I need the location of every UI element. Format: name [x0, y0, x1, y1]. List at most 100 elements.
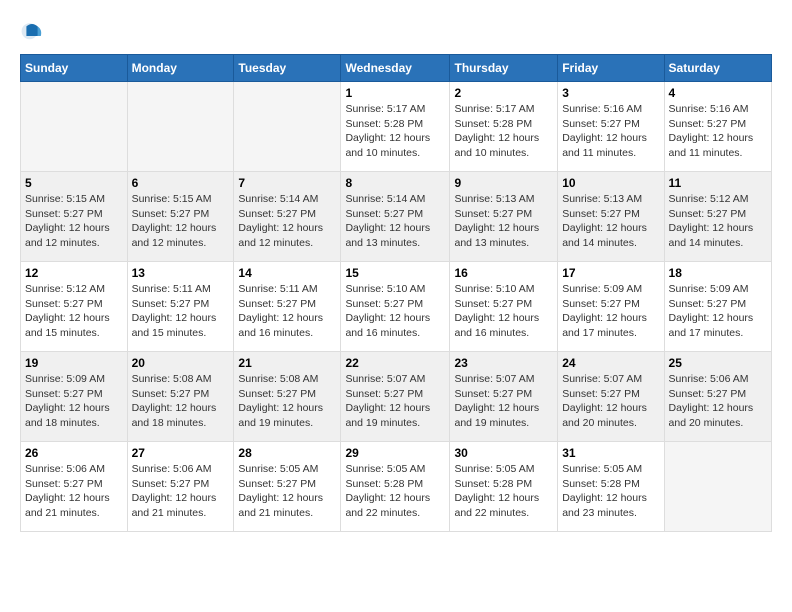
- day-number: 16: [454, 266, 553, 280]
- day-number: 18: [669, 266, 767, 280]
- day-cell: 15 Sunrise: 5:10 AM Sunset: 5:27 PM Dayli…: [341, 262, 450, 352]
- day-info: Sunrise: 5:05 AM Sunset: 5:28 PM Dayligh…: [345, 462, 445, 521]
- day-info: Sunrise: 5:09 AM Sunset: 5:27 PM Dayligh…: [25, 372, 123, 431]
- header-day-thursday: Thursday: [450, 55, 558, 82]
- day-number: 10: [562, 176, 659, 190]
- day-cell: 31 Sunrise: 5:05 AM Sunset: 5:28 PM Dayli…: [558, 442, 664, 532]
- day-cell: [127, 82, 234, 172]
- day-info: Sunrise: 5:08 AM Sunset: 5:27 PM Dayligh…: [238, 372, 336, 431]
- day-number: 13: [132, 266, 230, 280]
- day-number: 7: [238, 176, 336, 190]
- header-day-friday: Friday: [558, 55, 664, 82]
- day-cell: [21, 82, 128, 172]
- day-cell: 14 Sunrise: 5:11 AM Sunset: 5:27 PM Dayli…: [234, 262, 341, 352]
- day-cell: 11Sunrise: 5:12 AM Sunset: 5:27 PM Dayli…: [664, 172, 771, 262]
- day-info: Sunrise: 5:07 AM Sunset: 5:27 PM Dayligh…: [345, 372, 445, 431]
- day-number: 31: [562, 446, 659, 460]
- day-number: 24: [562, 356, 659, 370]
- day-cell: 8 Sunrise: 5:14 AM Sunset: 5:27 PM Daylig…: [341, 172, 450, 262]
- day-number: 28: [238, 446, 336, 460]
- day-number: 4: [669, 86, 767, 100]
- day-cell: 28 Sunrise: 5:05 AM Sunset: 5:27 PM Dayli…: [234, 442, 341, 532]
- page-header: [20, 20, 772, 44]
- day-cell: [234, 82, 341, 172]
- day-info: Sunrise: 5:12 AM Sunset: 5:27 PM Dayligh…: [669, 192, 767, 251]
- day-info: Sunrise: 5:10 AM Sunset: 5:27 PM Dayligh…: [454, 282, 553, 341]
- day-number: 2: [454, 86, 553, 100]
- day-cell: 22 Sunrise: 5:07 AM Sunset: 5:27 PM Dayli…: [341, 352, 450, 442]
- day-info: Sunrise: 5:13 AM Sunset: 5:27 PM Dayligh…: [454, 192, 553, 251]
- day-info: Sunrise: 5:14 AM Sunset: 5:27 PM Dayligh…: [238, 192, 336, 251]
- day-info: Sunrise: 5:07 AM Sunset: 5:27 PM Dayligh…: [454, 372, 553, 431]
- day-cell: 1Sunrise: 5:17 AM Sunset: 5:28 PM Daylig…: [341, 82, 450, 172]
- header-day-wednesday: Wednesday: [341, 55, 450, 82]
- header-day-monday: Monday: [127, 55, 234, 82]
- day-info: Sunrise: 5:05 AM Sunset: 5:28 PM Dayligh…: [454, 462, 553, 521]
- day-cell: 12Sunrise: 5:12 AM Sunset: 5:27 PM Dayli…: [21, 262, 128, 352]
- day-number: 30: [454, 446, 553, 460]
- day-info: Sunrise: 5:06 AM Sunset: 5:27 PM Dayligh…: [669, 372, 767, 431]
- day-cell: 27Sunrise: 5:06 AM Sunset: 5:27 PM Dayli…: [127, 442, 234, 532]
- day-cell: 29 Sunrise: 5:05 AM Sunset: 5:28 PM Dayli…: [341, 442, 450, 532]
- day-cell: 3 Sunrise: 5:16 AM Sunset: 5:27 PM Daylig…: [558, 82, 664, 172]
- day-info: Sunrise: 5:09 AM Sunset: 5:27 PM Dayligh…: [669, 282, 767, 341]
- day-number: 19: [25, 356, 123, 370]
- day-info: Sunrise: 5:11 AM Sunset: 5:27 PM Dayligh…: [238, 282, 336, 341]
- day-info: Sunrise: 5:06 AM Sunset: 5:27 PM Dayligh…: [25, 462, 123, 521]
- week-row-4: 19 Sunrise: 5:09 AM Sunset: 5:27 PM Dayli…: [21, 352, 772, 442]
- day-info: Sunrise: 5:10 AM Sunset: 5:27 PM Dayligh…: [345, 282, 445, 341]
- calendar-table: SundayMondayTuesdayWednesdayThursdayFrid…: [20, 54, 772, 532]
- day-cell: 10 Sunrise: 5:13 AM Sunset: 5:27 PM Dayli…: [558, 172, 664, 262]
- day-info: Sunrise: 5:05 AM Sunset: 5:28 PM Dayligh…: [562, 462, 659, 521]
- day-cell: 4Sunrise: 5:16 AM Sunset: 5:27 PM Daylig…: [664, 82, 771, 172]
- day-info: Sunrise: 5:16 AM Sunset: 5:27 PM Dayligh…: [562, 102, 659, 161]
- day-number: 14: [238, 266, 336, 280]
- day-info: Sunrise: 5:14 AM Sunset: 5:27 PM Dayligh…: [345, 192, 445, 251]
- day-cell: 6Sunrise: 5:15 AM Sunset: 5:27 PM Daylig…: [127, 172, 234, 262]
- day-info: Sunrise: 5:09 AM Sunset: 5:27 PM Dayligh…: [562, 282, 659, 341]
- day-cell: 2 Sunrise: 5:17 AM Sunset: 5:28 PM Daylig…: [450, 82, 558, 172]
- logo: [20, 20, 48, 44]
- day-cell: 16 Sunrise: 5:10 AM Sunset: 5:27 PM Dayli…: [450, 262, 558, 352]
- day-number: 29: [345, 446, 445, 460]
- day-info: Sunrise: 5:17 AM Sunset: 5:28 PM Dayligh…: [345, 102, 445, 161]
- logo-icon: [20, 20, 44, 44]
- day-cell: 26Sunrise: 5:06 AM Sunset: 5:27 PM Dayli…: [21, 442, 128, 532]
- header-day-tuesday: Tuesday: [234, 55, 341, 82]
- day-number: 6: [132, 176, 230, 190]
- day-number: 8: [345, 176, 445, 190]
- day-cell: 5Sunrise: 5:15 AM Sunset: 5:27 PM Daylig…: [21, 172, 128, 262]
- day-info: Sunrise: 5:05 AM Sunset: 5:27 PM Dayligh…: [238, 462, 336, 521]
- day-info: Sunrise: 5:06 AM Sunset: 5:27 PM Dayligh…: [132, 462, 230, 521]
- day-cell: 7 Sunrise: 5:14 AM Sunset: 5:27 PM Daylig…: [234, 172, 341, 262]
- day-number: 12: [25, 266, 123, 280]
- day-number: 20: [132, 356, 230, 370]
- day-number: 5: [25, 176, 123, 190]
- week-row-3: 12Sunrise: 5:12 AM Sunset: 5:27 PM Dayli…: [21, 262, 772, 352]
- day-cell: [664, 442, 771, 532]
- day-cell: 20 Sunrise: 5:08 AM Sunset: 5:27 PM Dayli…: [127, 352, 234, 442]
- week-row-5: 26Sunrise: 5:06 AM Sunset: 5:27 PM Dayli…: [21, 442, 772, 532]
- day-info: Sunrise: 5:07 AM Sunset: 5:27 PM Dayligh…: [562, 372, 659, 431]
- day-cell: 19 Sunrise: 5:09 AM Sunset: 5:27 PM Dayli…: [21, 352, 128, 442]
- day-cell: 23Sunrise: 5:07 AM Sunset: 5:27 PM Dayli…: [450, 352, 558, 442]
- day-info: Sunrise: 5:11 AM Sunset: 5:27 PM Dayligh…: [132, 282, 230, 341]
- day-cell: 30 Sunrise: 5:05 AM Sunset: 5:28 PM Dayli…: [450, 442, 558, 532]
- day-number: 15: [345, 266, 445, 280]
- day-info: Sunrise: 5:08 AM Sunset: 5:27 PM Dayligh…: [132, 372, 230, 431]
- day-number: 9: [454, 176, 553, 190]
- day-cell: 18 Sunrise: 5:09 AM Sunset: 5:27 PM Dayli…: [664, 262, 771, 352]
- day-number: 25: [669, 356, 767, 370]
- week-row-2: 5Sunrise: 5:15 AM Sunset: 5:27 PM Daylig…: [21, 172, 772, 262]
- day-info: Sunrise: 5:17 AM Sunset: 5:28 PM Dayligh…: [454, 102, 553, 161]
- day-number: 22: [345, 356, 445, 370]
- header-row: SundayMondayTuesdayWednesdayThursdayFrid…: [21, 55, 772, 82]
- day-info: Sunrise: 5:13 AM Sunset: 5:27 PM Dayligh…: [562, 192, 659, 251]
- day-number: 21: [238, 356, 336, 370]
- day-cell: 9 Sunrise: 5:13 AM Sunset: 5:27 PM Daylig…: [450, 172, 558, 262]
- header-day-saturday: Saturday: [664, 55, 771, 82]
- day-cell: 24 Sunrise: 5:07 AM Sunset: 5:27 PM Dayli…: [558, 352, 664, 442]
- day-cell: 25 Sunrise: 5:06 AM Sunset: 5:27 PM Dayli…: [664, 352, 771, 442]
- day-number: 3: [562, 86, 659, 100]
- day-cell: 17Sunrise: 5:09 AM Sunset: 5:27 PM Dayli…: [558, 262, 664, 352]
